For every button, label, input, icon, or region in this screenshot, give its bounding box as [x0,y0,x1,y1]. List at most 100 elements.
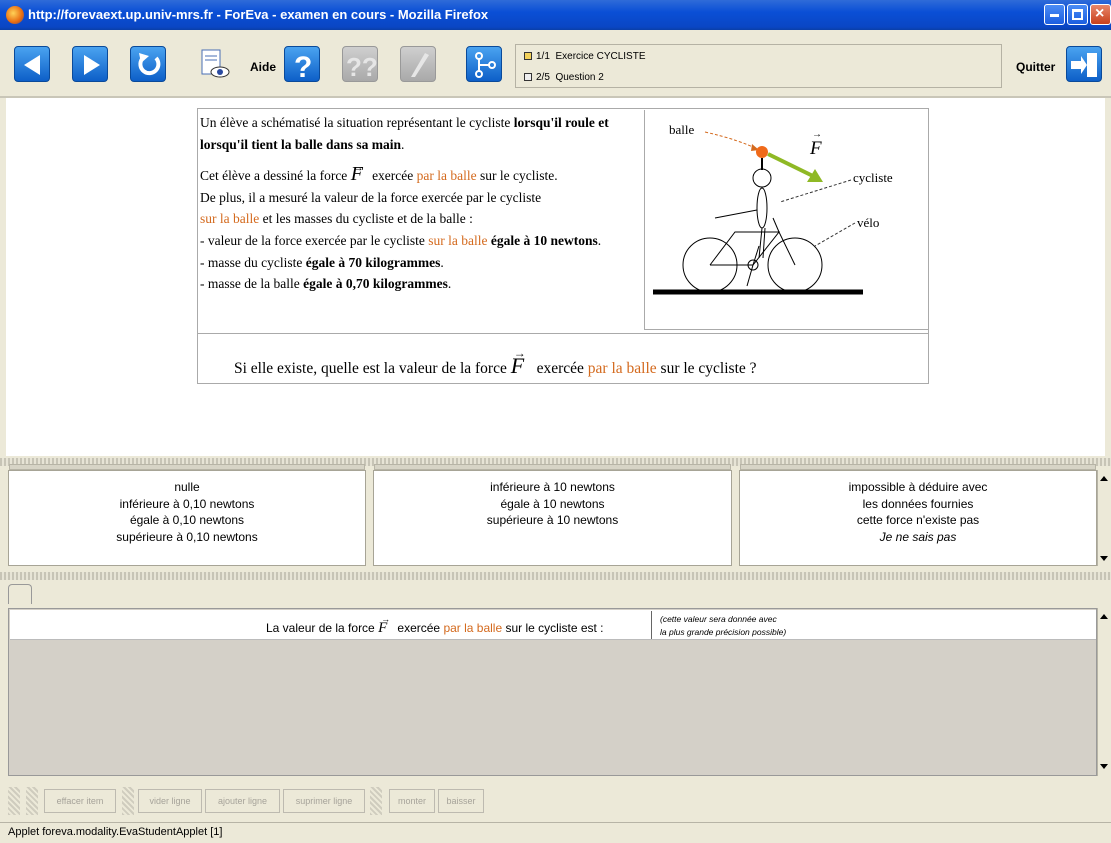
splitter-bottom[interactable] [0,572,1111,580]
label-balle: balle [669,122,694,137]
choice-header [374,464,731,470]
choice-item[interactable]: les données fournies [740,496,1096,513]
question-mark-icon: ? [294,51,312,83]
choice-header [740,464,1096,470]
scroll-up-icon[interactable] [1100,614,1108,619]
scroll-up-icon[interactable] [1100,476,1108,481]
question-counter: 2/5 [536,72,550,83]
answer-tab[interactable] [8,584,32,604]
reload-button[interactable] [130,46,166,82]
choice-list: nulle inférieure à 0,10 newtons égale à … [9,471,365,545]
baisser-button[interactable]: baisser [438,789,484,813]
orange-span: sur la balle [428,232,488,248]
suprimer-ligne-button[interactable]: suprimer ligne [283,789,365,813]
text-span: - masse de la balle [200,276,304,292]
choice-item[interactable]: impossible à déduire avec [740,479,1096,496]
choice-item[interactable]: inférieure à 0,10 newtons [9,496,365,513]
aide-label: Aide [250,60,277,74]
choice-item[interactable]: cette force n'existe pas [740,512,1096,529]
text-span: et les masses du cycliste et de la balle… [259,211,473,227]
exercise-row: 1/1 Exercice CYCLISTE [524,51,646,62]
exercise-info-panel: 1/1 Exercice CYCLISTE 2/5 Question 2 [515,44,1002,88]
text-span: De plus, il a mesuré la valeur de la for… [200,189,542,205]
monter-button[interactable]: monter [389,789,435,813]
main-question: Si elle existe, quelle est la valeur de … [234,346,757,379]
text-span: - valeur de la force exercée par le cycl… [200,232,429,248]
double-question-icon: ?? [346,52,378,82]
firefox-icon [6,6,24,24]
window-title: http://forevaext.up.univ-mrs.fr - ForEva… [28,7,489,22]
text-span: . [401,136,405,152]
close-button[interactable]: × [1090,4,1111,25]
answer-scrollbar[interactable] [1097,608,1110,776]
svg-text:?: ? [294,51,312,83]
cyclist-head [752,168,772,188]
document-eye-icon [201,49,230,78]
choice-column-3[interactable]: impossible à déduire avec les données fo… [739,464,1097,566]
answer-value-field[interactable]: (cette valeur sera donnée avec la plus g… [651,611,1095,639]
answer-hint-line1: (cette valeur sera donnée avec [660,614,777,624]
exercise-bullet-icon [524,52,532,60]
choice-list: impossible à déduire avec les données fo… [740,471,1096,545]
structure-button[interactable] [466,46,502,82]
choices-scrollbar[interactable] [1097,470,1110,566]
orange-span: par la balle [416,168,477,184]
toolbar-grip[interactable] [370,787,382,815]
tree-icon [475,52,496,78]
toolbar-grip[interactable] [8,787,20,815]
choice-item[interactable]: égale à 0,10 newtons [9,512,365,529]
choice-item[interactable]: inférieure à 10 newtons [374,479,731,496]
scroll-down-icon[interactable] [1100,764,1108,769]
toolbar-grip[interactable] [26,787,38,815]
maximize-button[interactable] [1067,4,1088,25]
scroll-down-icon[interactable] [1100,556,1108,561]
window-title-bar: http://forevaext.up.univ-mrs.fr - ForEva… [0,0,1111,30]
answer-label: La valeur de la force → F exercée par la … [266,614,604,637]
text-span: exercée [532,360,588,377]
choice-item[interactable]: égale à 10 newtons [374,496,731,513]
view-document-button[interactable] [196,46,232,82]
minimize-button[interactable] [1044,4,1065,25]
bold-span: égale à 10 newtons [487,232,598,248]
quit-button[interactable] [1066,46,1102,82]
previous-button[interactable] [14,46,50,82]
exercise-counter: 1/1 [536,51,550,62]
tool-button[interactable] [400,46,436,82]
svg-text:??: ?? [346,52,378,82]
problem-intro: Un élève a schématisé la situation repré… [200,112,640,155]
toolbar-grip[interactable] [122,787,134,815]
double-help-button[interactable]: ?? [342,46,378,82]
problem-details: Cet élève a dessiné la force → F exercée … [200,162,640,295]
orange-span: sur la balle [200,211,260,227]
refresh-icon [138,53,161,76]
text-span: sur le cycliste. [476,168,558,184]
text-span: sur le cycliste ? [656,360,757,377]
choice-column-2[interactable]: inférieure à 10 newtons égale à 10 newto… [373,464,732,566]
choice-item[interactable]: supérieure à 10 newtons [374,512,731,529]
cyclist-diagram: balle F → cycliste vélo [653,122,893,295]
help-button[interactable]: ? [284,46,320,83]
choice-item[interactable]: nulle [9,479,365,496]
exercise-name: Exercice CYCLISTE [555,51,646,62]
orange-span: par la balle [443,621,503,635]
text-span: exercée [368,168,417,184]
force-vector-symbol: → F [378,614,391,636]
status-bar: Applet foreva.modality.EvaStudentApplet … [0,822,1111,843]
choice-column-1[interactable]: nulle inférieure à 0,10 newtons égale à … [8,464,366,566]
arrow-right-icon [84,55,100,75]
label-force: F [809,138,822,159]
question-name: Question 2 [555,72,604,83]
next-button[interactable] [72,46,108,82]
effacer-item-button[interactable]: effacer item [44,789,116,813]
vider-ligne-button[interactable]: vider ligne [138,789,202,813]
problem-text: Un élève a schématisé la situation repré… [200,112,640,295]
ball-shape [756,146,768,158]
text-span: Cet élève a dessiné la force [200,168,351,184]
choice-item[interactable]: supérieure à 0,10 newtons [9,529,365,546]
ajouter-ligne-button[interactable]: ajouter ligne [205,789,280,813]
choice-item[interactable]: Je ne sais pas [740,529,1096,546]
quitter-label: Quitter [1016,60,1056,74]
label-cycliste: cycliste [853,170,893,185]
arrow-left-icon [24,55,40,75]
text-span: Un élève a schématisé la situation repré… [200,115,514,130]
